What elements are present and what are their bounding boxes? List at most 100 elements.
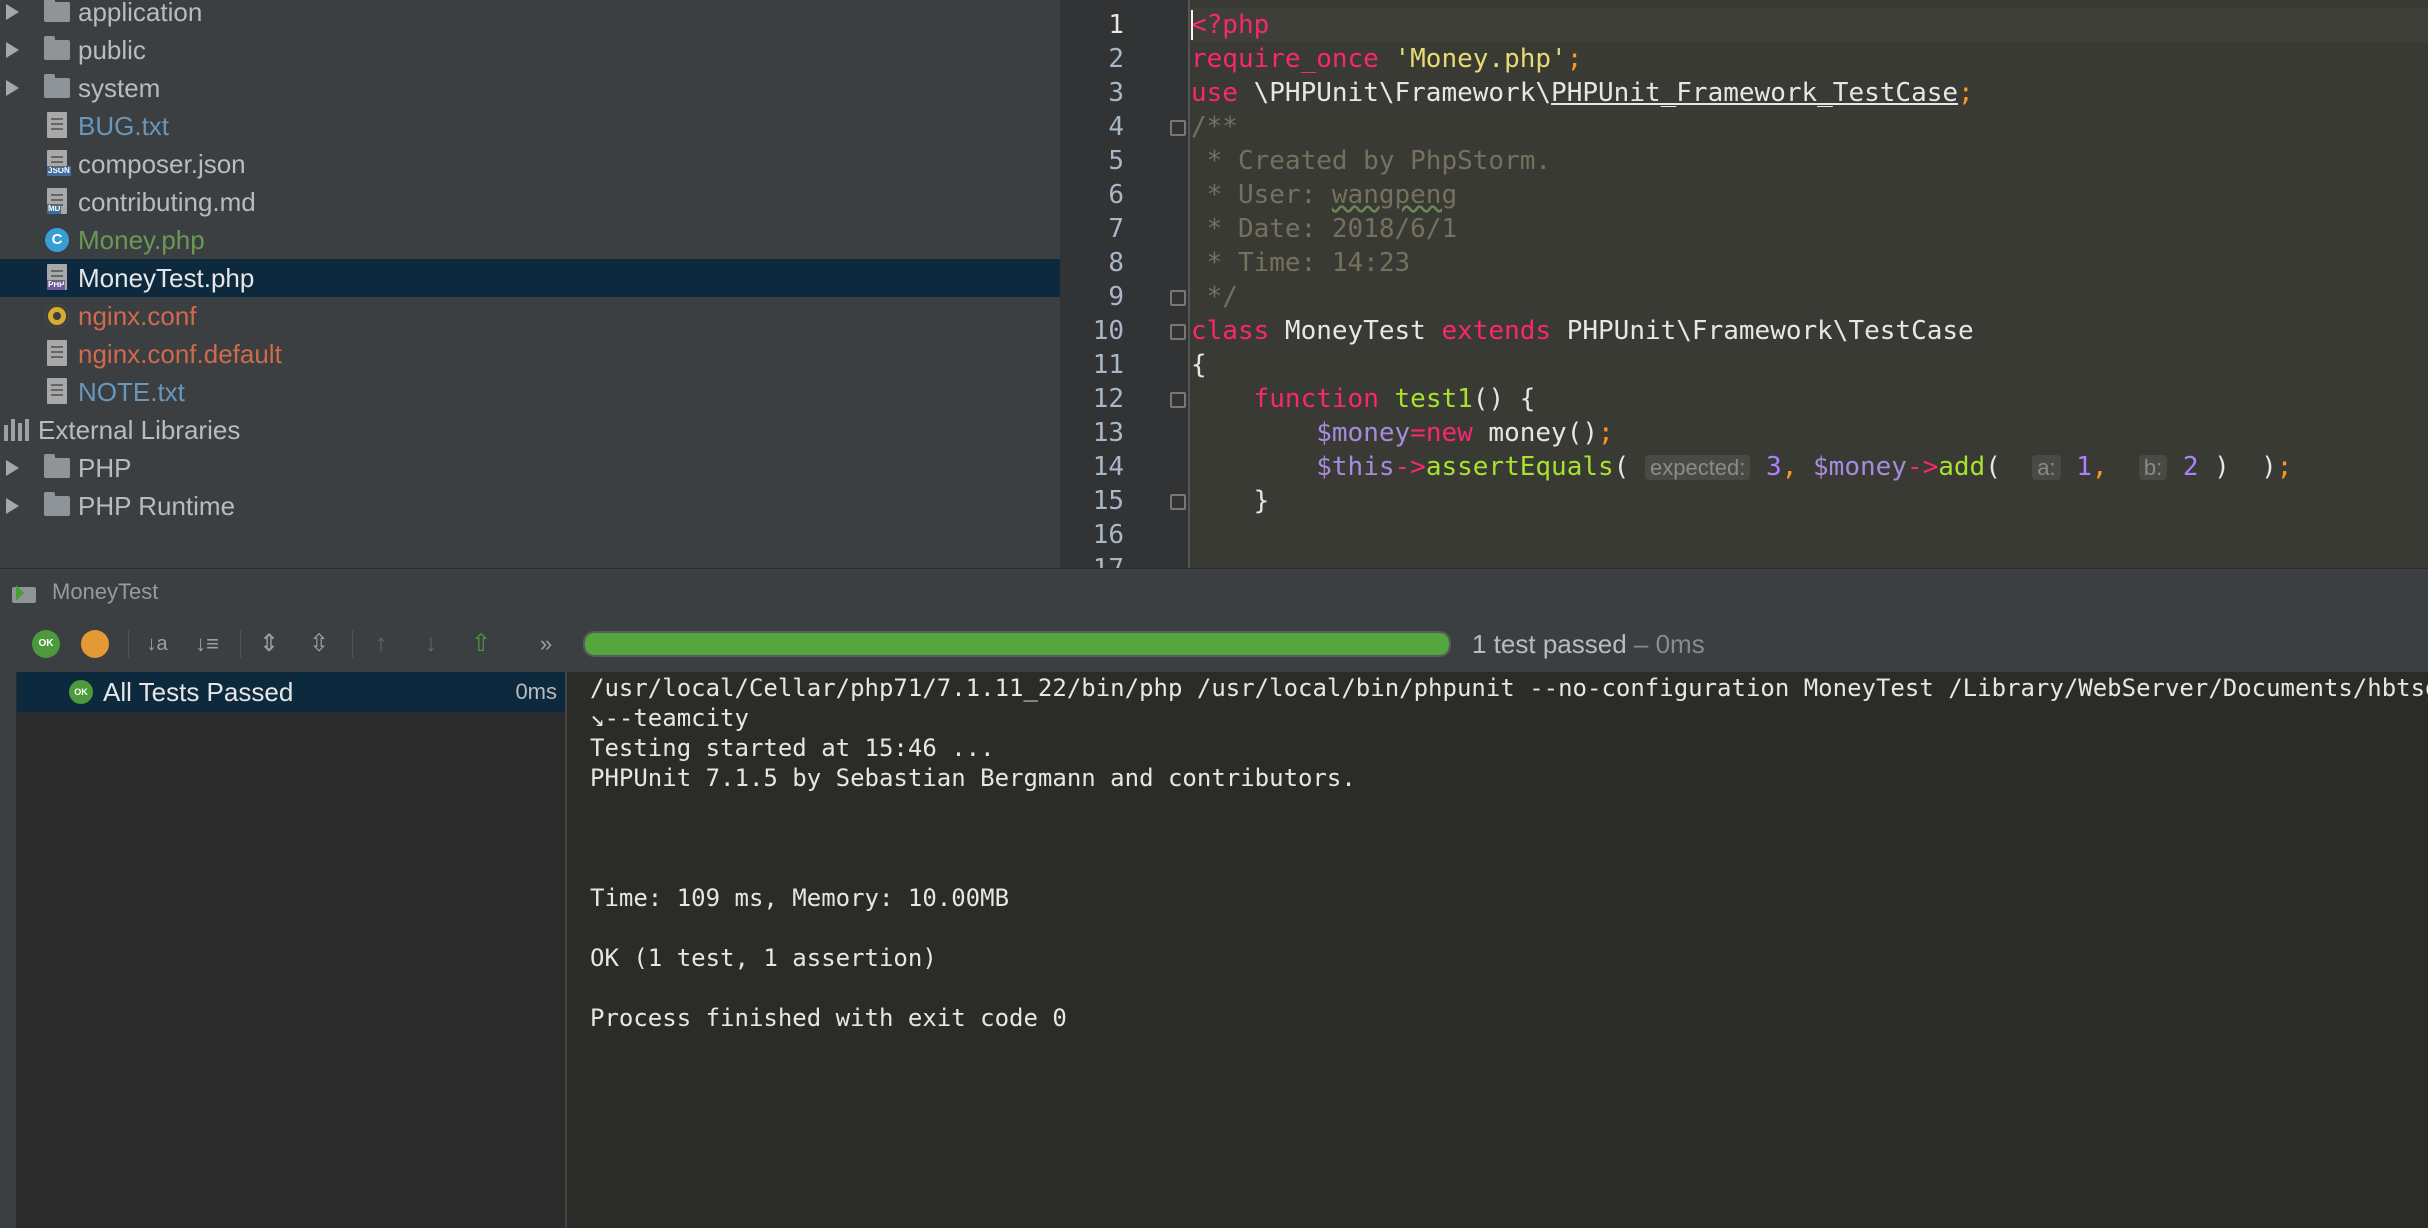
constructor-call: money() <box>1472 418 1599 448</box>
tree-item-label: nginx.conf <box>78 300 197 331</box>
test-result-row[interactable]: OK All Tests Passed 0ms <box>17 672 565 712</box>
console-line: Time: 109 ms, Memory: 10.00MB <box>590 884 1010 912</box>
line-number: 3 <box>1108 78 1124 108</box>
console-line: OK (1 test, 1 assertion) <box>590 944 937 972</box>
expand-all-icon[interactable]: ⇕ <box>253 628 285 660</box>
line-number: 11 <box>1092 350 1124 380</box>
expand-arrow-icon[interactable] <box>6 42 19 58</box>
tree-item-label: composer.json <box>78 148 246 179</box>
tree-item-public[interactable]: public <box>0 31 1060 69</box>
tree-item-bug-txt[interactable]: BUG.txt <box>0 107 1060 145</box>
next-failed-icon[interactable]: ↓ <box>415 628 447 660</box>
parameter-hint: b: <box>2138 455 2168 480</box>
expand-arrow-icon[interactable] <box>6 460 19 476</box>
code-editor[interactable]: 1 2 3 4 5 6 7 8 9 10 11 12 13 14 15 16 1… <box>1060 0 2428 568</box>
run-window-title[interactable]: MoneyTest <box>52 579 158 605</box>
code-line-2: require_once 'Money.php'; <box>1191 44 1582 74</box>
php-open-tag: <?php <box>1191 10 1270 40</box>
line-number: 8 <box>1108 248 1124 278</box>
code-line-12: function test1() { <box>1191 384 1536 414</box>
console-line: Testing started at 15:46 ... <box>590 734 995 762</box>
keyword: class <box>1191 316 1270 346</box>
keyword: function <box>1253 384 1379 414</box>
parameter-hint: a: <box>2032 455 2061 480</box>
expand-arrow-icon[interactable] <box>6 80 19 96</box>
tree-item-contributing-md[interactable]: MD contributing.md <box>0 183 1060 221</box>
line-number: 16 <box>1092 520 1124 550</box>
show-passed-icon[interactable]: OK <box>32 630 60 658</box>
sort-alphabetically-icon[interactable]: ↓a <box>141 628 173 660</box>
tree-item-php-runtime[interactable]: PHP Runtime <box>0 487 1060 525</box>
tree-item-note-txt[interactable]: NOTE.txt <box>0 373 1060 411</box>
comment-username: wangpeng <box>1331 180 1458 210</box>
code-line-15: } <box>1191 486 1270 516</box>
export-results-icon[interactable]: ⇧ <box>465 628 497 660</box>
method-name: add <box>1938 452 1986 482</box>
library-folder-icon <box>44 492 70 516</box>
fold-marker-icon[interactable] <box>1170 290 1186 306</box>
line-number: 12 <box>1092 384 1124 414</box>
sort-by-duration-icon[interactable]: ↓≡ <box>191 628 223 660</box>
show-ignored-icon[interactable] <box>81 630 109 658</box>
line-number: 13 <box>1092 418 1124 448</box>
tree-item-composer-json[interactable]: JSON composer.json <box>0 145 1060 183</box>
test-passed-icon: OK <box>69 680 93 704</box>
tree-item-money-php[interactable]: C Money.php <box>0 221 1060 259</box>
console-output[interactable]: /usr/local/Cellar/php71/7.1.11_22/bin/ph… <box>567 672 2428 1228</box>
tree-item-label: External Libraries <box>38 414 241 445</box>
text-caret <box>1191 10 1193 40</box>
console-line: /usr/local/Cellar/php71/7.1.11_22/bin/ph… <box>590 674 2428 702</box>
console-line: PHPUnit 7.1.5 by Sebastian Bergmann and … <box>590 764 1356 792</box>
code-line-1: <?php <box>1191 10 1269 40</box>
tree-item-label: contributing.md <box>78 186 256 217</box>
tree-item-label: PHP Runtime <box>78 490 236 521</box>
fold-marker-icon[interactable] <box>1170 120 1186 136</box>
expand-arrow-icon[interactable] <box>6 498 19 514</box>
tree-item-nginx-conf[interactable]: nginx.conf <box>0 297 1060 335</box>
run-toolbar: OK ↓a ↓≡ ⇕ ⇳ ↑ ↓ ⇧ » 1 test passed – 0ms <box>0 616 2428 672</box>
code-line-11: { <box>1191 350 1207 380</box>
tree-item-nginx-conf-default[interactable]: nginx.conf.default <box>0 335 1060 373</box>
line-number: 5 <box>1108 146 1124 176</box>
fold-marker-icon[interactable] <box>1170 392 1186 408</box>
operator: -> <box>1394 452 1426 482</box>
keyword: use <box>1191 78 1238 108</box>
code-line-8: * Time: 14:23 <box>1191 248 1411 278</box>
tree-item-system[interactable]: system <box>0 69 1060 107</box>
punctuation: () { <box>1472 384 1536 414</box>
tree-item-php[interactable]: PHP <box>0 449 1060 487</box>
line-number: 1 <box>1108 10 1124 40</box>
current-line-highlight <box>1190 8 2428 42</box>
fold-marker-icon[interactable] <box>1170 494 1186 510</box>
previous-failed-icon[interactable]: ↑ <box>365 628 397 660</box>
line-number: 10 <box>1092 316 1124 346</box>
tree-item-application[interactable]: application <box>0 0 1060 31</box>
text-file-icon <box>47 340 67 366</box>
namespace: \PHPUnit\Framework\ <box>1237 78 1552 108</box>
collapse-all-icon[interactable]: ⇳ <box>303 628 335 660</box>
operator: = <box>1410 418 1426 448</box>
tree-item-moneytest-php[interactable]: PHP MoneyTest.php <box>0 259 1060 297</box>
test-progress-fill <box>585 633 1449 655</box>
tree-item-label: public <box>78 34 146 65</box>
library-folder-icon <box>44 454 70 478</box>
folder-icon <box>44 36 70 60</box>
run-tab-icon[interactable] <box>10 581 40 605</box>
keyword: extends <box>1441 316 1552 346</box>
variable: $this <box>1316 452 1395 482</box>
fold-marker-icon[interactable] <box>1170 324 1186 340</box>
class-reference: PHPUnit_Framework_TestCase <box>1551 78 1959 108</box>
test-status-text: 1 test passed – 0ms <box>1472 629 1705 660</box>
test-results-tree: OK All Tests Passed 0ms <box>17 672 567 1228</box>
tree-item-external-libraries[interactable]: External Libraries <box>0 411 1060 449</box>
gutter-divider <box>1188 0 1190 568</box>
expand-arrow-icon[interactable] <box>6 4 19 20</box>
test-status-duration: – 0ms <box>1633 629 1705 659</box>
test-status-summary: 1 test passed <box>1472 629 1627 659</box>
toolbar-separator <box>240 630 241 658</box>
comment-text: * User: <box>1191 180 1332 210</box>
more-actions-icon[interactable]: » <box>530 628 562 660</box>
keyword: new <box>1425 418 1473 448</box>
class-name: MoneyTest <box>1269 316 1442 346</box>
markdown-file-icon: MD <box>47 188 67 214</box>
